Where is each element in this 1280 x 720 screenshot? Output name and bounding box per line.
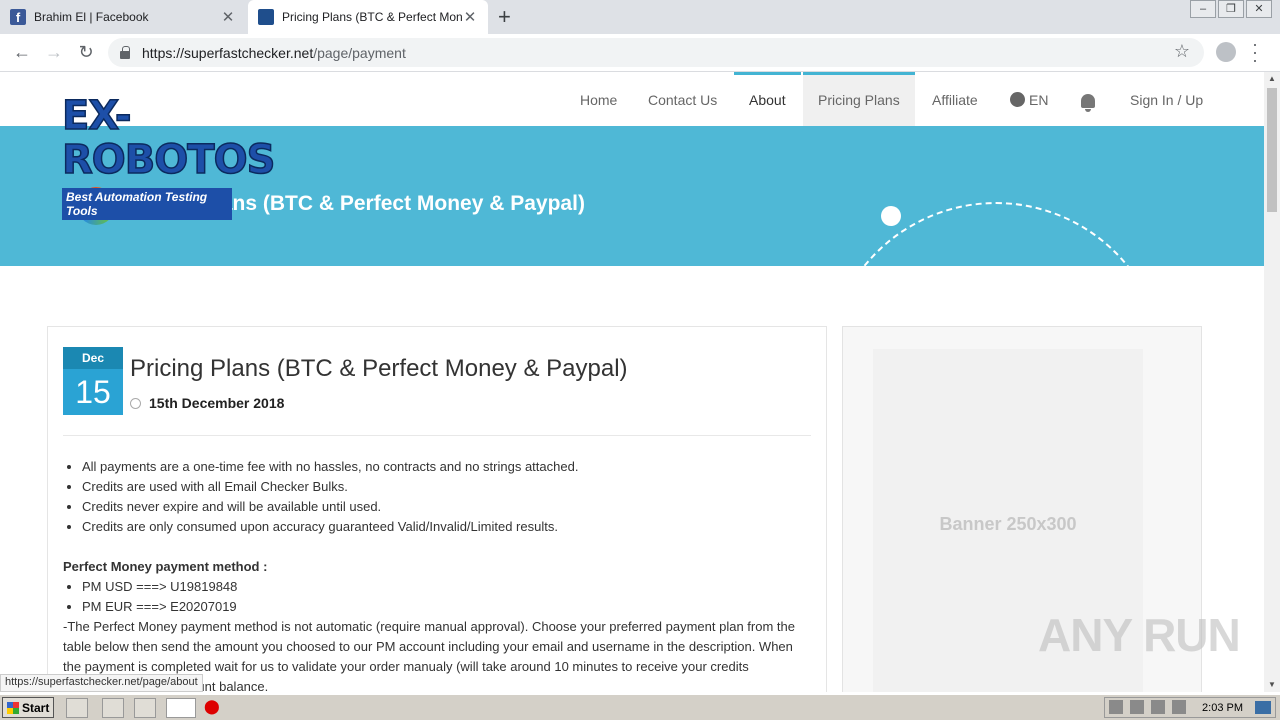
banner-dot-decoration [881, 206, 901, 226]
tab-facebook[interactable]: f Brahim El | Facebook ✕ [0, 0, 246, 34]
opera-icon[interactable]: ⬤ [204, 698, 226, 718]
anyrun-watermark: ANY RUN [1038, 609, 1241, 661]
features-list: All payments are a one-time fee with no … [63, 457, 813, 537]
window-controls: – ❐ ✕ [1188, 0, 1272, 18]
url-host: https://superfastchecker.net [142, 44, 314, 61]
nav-pricing-plans[interactable]: Pricing Plans [803, 72, 915, 126]
post-body: All payments are a one-time fee with no … [63, 457, 813, 692]
list-item: Credits are used with all Email Checker … [82, 477, 813, 497]
windows-taskbar: Start ⬤ 2:03 PM [0, 694, 1280, 720]
system-tray: 2:03 PM [1104, 697, 1276, 718]
nav-contact-us[interactable]: Contact Us [633, 72, 732, 126]
tab-pricing-plans[interactable]: Pricing Plans (BTC & Perfect Money & Pay… [248, 0, 488, 34]
tab-title: Pricing Plans (BTC & Perfect Money & Pay… [282, 10, 462, 24]
date-month: Dec [63, 347, 123, 369]
lock-icon [120, 45, 130, 59]
facebook-icon: f [10, 9, 26, 25]
site-favicon-icon [258, 9, 274, 25]
volume-icon[interactable] [1151, 700, 1165, 714]
post-title: Pricing Plans (BTC & Perfect Money & Pay… [130, 355, 628, 382]
date-badge: Dec 15 [63, 347, 123, 415]
minimize-icon[interactable]: – [1190, 0, 1216, 18]
chrome-icon[interactable] [166, 698, 196, 718]
browser-tabstrip: f Brahim El | Facebook ✕ Pricing Plans (… [0, 0, 1280, 34]
post-card: Dec 15 Pricing Plans (BTC & Perfect Mone… [47, 326, 827, 692]
back-icon[interactable]: ← [10, 42, 34, 63]
pm-heading: Perfect Money payment method : [63, 559, 268, 574]
scroll-thumb[interactable] [1267, 88, 1277, 212]
status-url: https://superfastchecker.net/page/about [0, 674, 203, 692]
close-tab-icon[interactable]: ✕ [462, 8, 478, 26]
browser-toolbar: ← → ↻ https://superfastchecker.net/page/… [0, 34, 1280, 72]
show-desktop-icon[interactable] [1255, 701, 1271, 714]
flag-icon[interactable] [1172, 700, 1186, 714]
nav-affiliate[interactable]: Affiliate [917, 72, 993, 126]
page-viewport: Home Contact Us About Pricing Plans Affi… [0, 72, 1264, 692]
scroll-up-icon[interactable]: ▲ [1264, 72, 1280, 86]
ie-icon[interactable] [66, 698, 88, 718]
tab-title: Brahim El | Facebook [34, 10, 149, 24]
list-item: Credits are only consumed upon accuracy … [82, 517, 813, 537]
bookmark-star-icon[interactable]: ☆ [1174, 41, 1190, 62]
tray-arrow-icon[interactable] [1109, 700, 1123, 714]
nav-home[interactable]: Home [565, 72, 632, 126]
menu-icon[interactable]: · · · [1250, 35, 1260, 69]
forward-icon[interactable]: → [42, 42, 66, 63]
url-path: /page/payment [313, 44, 406, 61]
list-item: Credits never expire and will be availab… [82, 497, 813, 517]
scroll-down-icon[interactable]: ▼ [1264, 678, 1280, 692]
media-player-icon[interactable] [134, 698, 156, 718]
globe-icon [1010, 92, 1025, 107]
clock-time[interactable]: 2:03 PM [1202, 702, 1243, 714]
date-day: 15 [63, 369, 123, 415]
logo-text: EX-ROBOTOS [61, 93, 276, 183]
ad-banner-label: Banner 250x300 [939, 513, 1077, 534]
site-logo[interactable]: EX-ROBOTOS Best Automation Testing Tools [61, 93, 276, 220]
network-icon[interactable] [1130, 700, 1144, 714]
start-button[interactable]: Start [2, 697, 54, 718]
close-window-icon[interactable]: ✕ [1246, 0, 1272, 18]
folder-icon[interactable] [102, 698, 124, 718]
post-date-text: 15th December 2018 [149, 395, 285, 411]
nav-sign-in[interactable]: Sign In / Up [1115, 72, 1218, 126]
new-tab-button[interactable]: + [498, 4, 511, 30]
list-item: All payments are a one-time fee with no … [82, 457, 813, 477]
list-item: PM EUR ===> E20207019 [82, 597, 813, 617]
divider [63, 435, 811, 436]
post-date: 15th December 2018 [130, 395, 284, 411]
language-label: EN [1029, 92, 1049, 108]
page-scrollbar[interactable]: ▲ ▼ [1264, 72, 1280, 692]
bell-icon [1081, 94, 1095, 113]
tray-icons [1109, 700, 1186, 714]
pm-accounts-list: PM USD ===> U19819848 PM EUR ===> E20207… [63, 577, 813, 617]
address-bar[interactable]: https://superfastchecker.net/page/paymen… [108, 38, 1204, 67]
clock-icon [130, 398, 141, 409]
list-item: PM USD ===> U19819848 [82, 577, 813, 597]
restore-icon[interactable]: ❐ [1218, 0, 1244, 18]
language-selector[interactable]: EN [995, 72, 1063, 126]
banner-arc-decoration [826, 202, 1166, 266]
logo-tagline: Best Automation Testing Tools [62, 188, 232, 220]
profile-avatar[interactable] [1216, 42, 1236, 62]
reload-icon[interactable]: ↻ [74, 42, 98, 63]
close-tab-icon[interactable]: ✕ [220, 8, 236, 26]
notifications-button[interactable] [1066, 72, 1110, 126]
nav-about[interactable]: About [734, 72, 801, 126]
